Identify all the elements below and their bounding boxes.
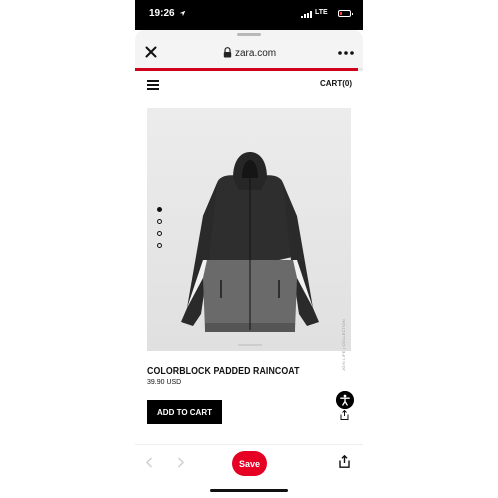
page-load-progress <box>135 68 363 71</box>
grab-handle[interactable] <box>237 33 261 36</box>
home-indicator[interactable] <box>210 489 288 492</box>
browser-header: zara.com <box>135 30 363 68</box>
cart-link[interactable]: CART(0) <box>320 79 352 88</box>
battery-icon <box>338 10 353 17</box>
hamburger-icon[interactable] <box>147 80 159 90</box>
phone-screen: 19:26 LTE zara.com CART(0) JOIN LIFE | C… <box>135 0 363 498</box>
network-label: LTE <box>315 9 328 16</box>
product-price: 39.90 USD <box>147 379 182 386</box>
signal-icon <box>301 11 313 18</box>
gallery-dot[interactable] <box>157 231 162 236</box>
location-arrow-icon <box>179 10 186 17</box>
add-to-cart-button[interactable]: ADD TO CART <box>147 400 222 424</box>
browser-toolbar: Save <box>135 444 363 481</box>
chevron-left-icon[interactable] <box>145 457 153 468</box>
image-scroll-indicator <box>238 344 262 346</box>
product-image[interactable]: JOIN LIFE | COLLECTION <box>147 108 351 371</box>
close-icon[interactable] <box>145 46 157 58</box>
save-button[interactable]: Save <box>232 451 267 476</box>
product-name: COLORBLOCK PADDED RAINCOAT <box>147 366 300 377</box>
gallery-dot[interactable] <box>157 207 162 212</box>
more-icon[interactable] <box>338 51 354 55</box>
collection-caption: JOIN LIFE | COLLECTION <box>341 319 346 371</box>
gallery-dot[interactable] <box>157 219 162 224</box>
url-text[interactable]: zara.com <box>235 48 276 59</box>
status-bar: 19:26 LTE <box>135 0 363 30</box>
status-time: 19:26 <box>149 8 175 19</box>
share-icon[interactable] <box>339 455 350 468</box>
page-load-progress-fill <box>135 68 359 71</box>
raincoat-image <box>147 108 351 351</box>
accessibility-icon[interactable] <box>336 391 354 409</box>
gallery-dot[interactable] <box>157 243 162 248</box>
lock-icon <box>223 47 232 58</box>
share-icon[interactable] <box>340 410 349 420</box>
chevron-right-icon[interactable] <box>177 457 185 468</box>
